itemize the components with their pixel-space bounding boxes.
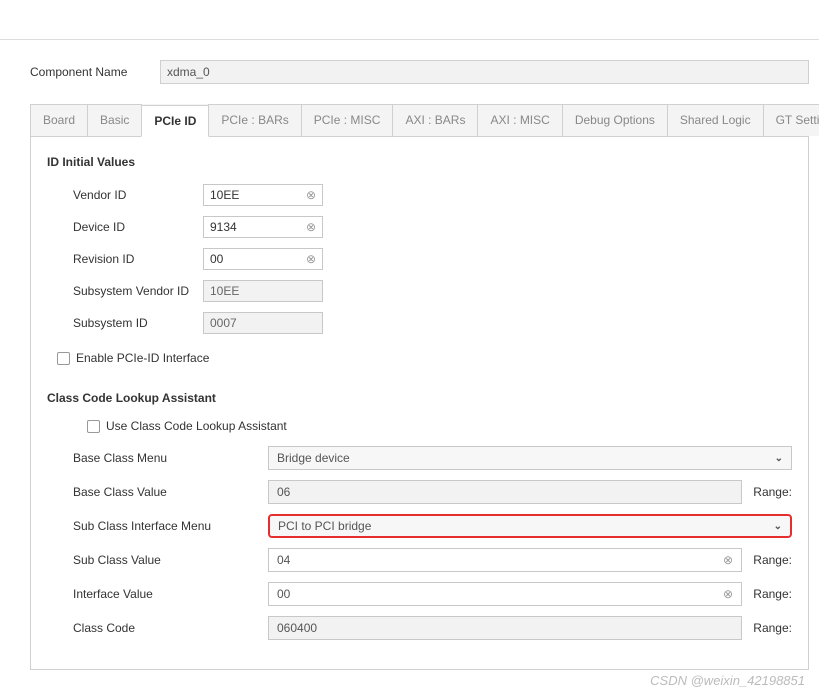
lookup-row: Base Class Menu Bridge device ⌄: [47, 441, 792, 475]
clear-icon[interactable]: ⊗: [306, 220, 316, 234]
field-value: 0007: [210, 316, 237, 330]
field-value: 10EE: [210, 284, 239, 298]
clear-icon[interactable]: ⊗: [723, 587, 733, 601]
tab-pcie-bars[interactable]: PCIe : BARs: [208, 104, 301, 136]
tab-gt-settings[interactable]: GT Settings: [763, 104, 819, 136]
lookup-value-wrap: 04 ⊗ Range:: [268, 548, 792, 572]
range-label: Range:: [748, 587, 792, 601]
dropdown-value: Bridge device: [277, 451, 350, 465]
range-label: Range:: [748, 485, 792, 499]
tab-basic[interactable]: Basic: [87, 104, 142, 136]
field-input: 10EE: [203, 280, 323, 302]
tab-pcie-id[interactable]: PCIe ID: [141, 105, 209, 137]
range-label: Range:: [748, 621, 792, 635]
tab-bar: BoardBasicPCIe IDPCIe : BARsPCIe : MISCA…: [30, 104, 809, 137]
class-code-heading: Class Code Lookup Assistant: [47, 391, 792, 405]
use-assistant-label: Use Class Code Lookup Assistant: [106, 419, 287, 433]
range-label: Range:: [748, 553, 792, 567]
lookup-label: Sub Class Value: [73, 553, 268, 567]
lookup-row: Sub Class Interface MenuPCI to PCI bridg…: [47, 509, 792, 543]
clear-icon[interactable]: ⊗: [723, 553, 733, 567]
top-bar: [0, 0, 819, 40]
enable-interface-row[interactable]: Enable PCIe-ID Interface: [47, 339, 792, 369]
lookup-value-wrap: 00 ⊗ Range:: [268, 582, 792, 606]
text-input: 060400: [268, 616, 742, 640]
text-input[interactable]: 04 ⊗: [268, 548, 742, 572]
chevron-down-icon: ⌄: [775, 453, 783, 464]
field-input[interactable]: 00 ⊗: [203, 248, 323, 270]
text-input[interactable]: 00 ⊗: [268, 582, 742, 606]
field-label: Subsystem Vendor ID: [73, 284, 203, 298]
enable-interface-label: Enable PCIe-ID Interface: [76, 351, 209, 365]
lookup-value-wrap: PCI to PCI bridge ⌄: [268, 514, 792, 538]
text-value: 00: [277, 587, 290, 601]
lookup-label: Sub Class Interface Menu: [73, 519, 268, 533]
field-value: 00: [210, 252, 223, 266]
field-label: Device ID: [73, 220, 203, 234]
component-name-input[interactable]: [160, 60, 809, 84]
text-input: 06: [268, 480, 742, 504]
lookup-row: Class Code 060400 Range:: [47, 611, 792, 645]
watermark: CSDN @weixin_42198851: [650, 673, 805, 688]
dropdown[interactable]: Bridge device ⌄: [268, 446, 792, 470]
lookup-value-wrap: Bridge device ⌄: [268, 446, 792, 470]
tab-axi-bars[interactable]: AXI : BARs: [392, 104, 478, 136]
field-row: Device ID 9134 ⊗: [47, 211, 792, 243]
text-value: 04: [277, 553, 290, 567]
lookup-label: Class Code: [73, 621, 268, 635]
lookup-value-wrap: 06 Range:: [268, 480, 792, 504]
lookup-row: Interface Value 00 ⊗ Range:: [47, 577, 792, 611]
clear-icon[interactable]: ⊗: [306, 252, 316, 266]
tab-axi-misc[interactable]: AXI : MISC: [477, 104, 562, 136]
field-input[interactable]: 9134 ⊗: [203, 216, 323, 238]
field-row: Vendor ID 10EE ⊗: [47, 179, 792, 211]
dropdown[interactable]: PCI to PCI bridge ⌄: [268, 514, 792, 538]
component-name-row: Component Name: [30, 60, 809, 84]
field-row: Subsystem ID 0007: [47, 307, 792, 339]
field-input[interactable]: 10EE ⊗: [203, 184, 323, 206]
lookup-label: Interface Value: [73, 587, 268, 601]
page: Component Name BoardBasicPCIe IDPCIe : B…: [0, 40, 819, 680]
clear-icon[interactable]: ⊗: [306, 188, 316, 202]
id-initial-heading: ID Initial Values: [47, 155, 792, 169]
tab-panel: ID Initial Values Vendor ID10EE⊗Device I…: [30, 137, 809, 670]
field-label: Vendor ID: [73, 188, 203, 202]
component-name-label: Component Name: [30, 65, 150, 79]
lookup-label: Base Class Value: [73, 485, 268, 499]
field-label: Subsystem ID: [73, 316, 203, 330]
use-assistant-row[interactable]: Use Class Code Lookup Assistant: [47, 415, 792, 437]
dropdown-value: PCI to PCI bridge: [278, 519, 371, 533]
tab-shared-logic[interactable]: Shared Logic: [667, 104, 764, 136]
field-value: 9134: [210, 220, 237, 234]
field-row: Revision ID 00 ⊗: [47, 243, 792, 275]
lookup-label: Base Class Menu: [73, 451, 268, 465]
chevron-down-icon: ⌄: [774, 521, 782, 532]
tab-debug-options[interactable]: Debug Options: [562, 104, 668, 136]
tab-board[interactable]: Board: [30, 104, 88, 136]
checkbox-icon[interactable]: [87, 420, 100, 433]
checkbox-icon[interactable]: [57, 352, 70, 365]
lookup-row: Sub Class Value 04 ⊗ Range:: [47, 543, 792, 577]
text-value: 06: [277, 485, 290, 499]
field-label: Revision ID: [73, 252, 203, 266]
lookup-row: Base Class Value 06 Range:: [47, 475, 792, 509]
lookup-value-wrap: 060400 Range:: [268, 616, 792, 640]
text-value: 060400: [277, 621, 317, 635]
tab-pcie-misc[interactable]: PCIe : MISC: [301, 104, 394, 136]
field-row: Subsystem Vendor ID 10EE: [47, 275, 792, 307]
field-value: 10EE: [210, 188, 239, 202]
field-input: 0007: [203, 312, 323, 334]
